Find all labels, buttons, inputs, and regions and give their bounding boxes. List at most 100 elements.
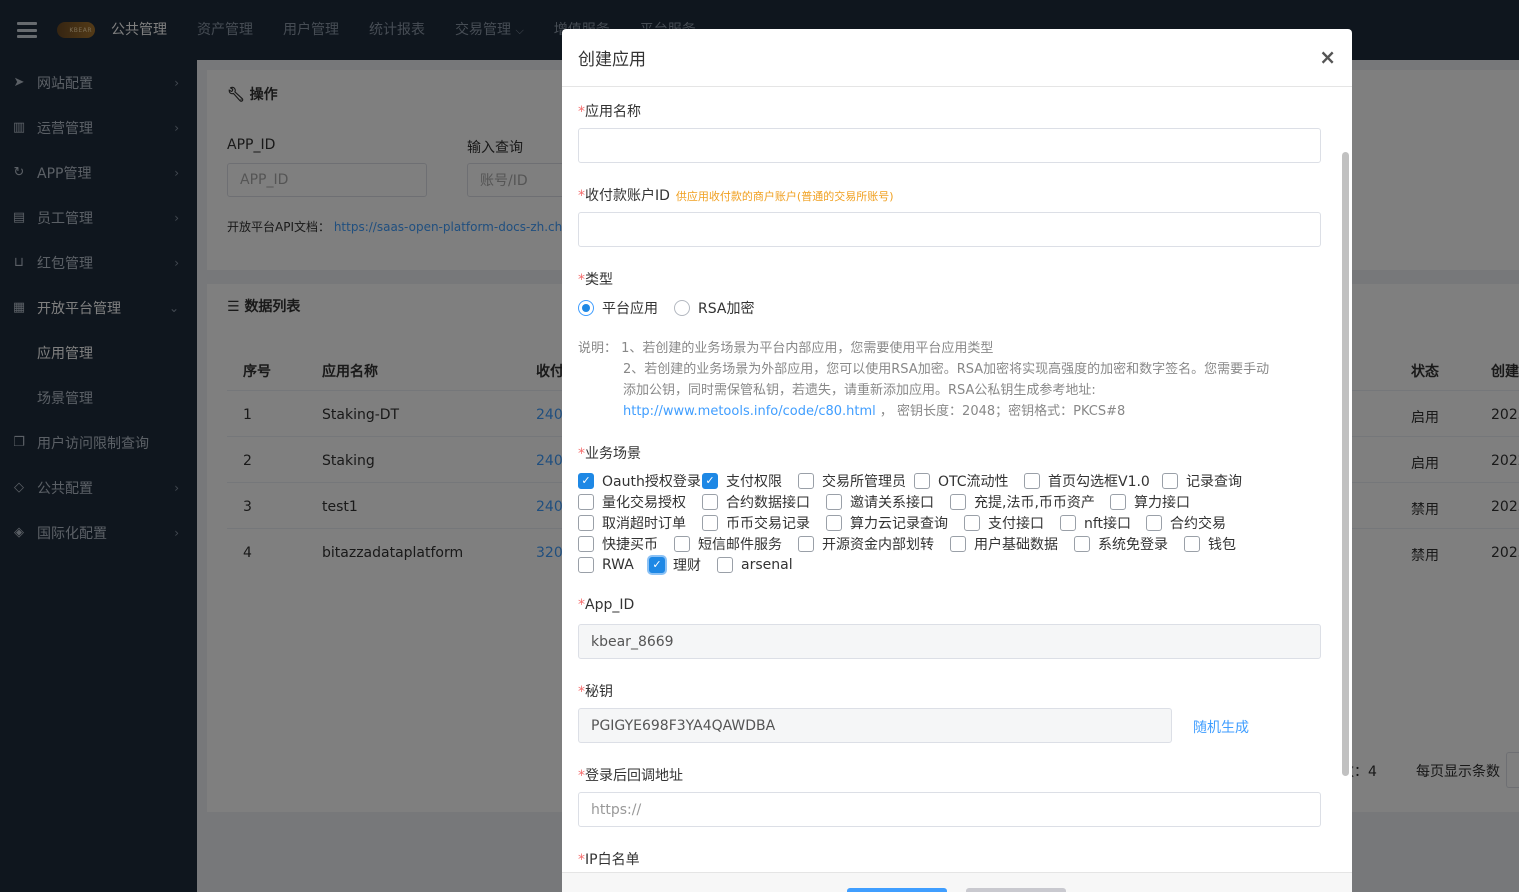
scene-checkbox-nft[interactable]: nft接口 <box>1060 513 1146 533</box>
checkbox-unchecked-icon <box>798 535 814 552</box>
scene-checkbox-label: 快捷买币 <box>602 536 658 553</box>
type-label: *类型 <box>578 269 613 289</box>
checkbox-unchecked-icon <box>964 514 980 531</box>
app-name-label: *应用名称 <box>578 101 641 121</box>
scene-checkbox-label: 算力云记录查询 <box>850 515 948 532</box>
scene-checkbox-label: 支付权限 <box>726 473 782 490</box>
account-id-input[interactable] <box>578 212 1321 247</box>
type-radio-platform[interactable]: 平台应用 <box>578 298 658 318</box>
scene-checkbox-oauth[interactable]: ✓ Oauth授权登录 <box>578 471 702 491</box>
appid-label: *App_ID <box>578 597 634 613</box>
checkbox-unchecked-icon <box>578 556 594 573</box>
required-mark: * <box>578 446 585 462</box>
checkbox-unchecked-icon <box>1184 535 1200 552</box>
description-line-4: http://www.metools.info/code/c80.html ， … <box>578 401 1269 422</box>
scene-checkbox-user-data[interactable]: 用户基础数据 <box>950 534 1074 554</box>
checkbox-checked-icon: ✓ <box>702 472 718 489</box>
checkbox-unchecked-icon <box>1110 493 1126 510</box>
type-radio-rsa[interactable]: RSA加密 <box>674 298 754 318</box>
checkbox-unchecked-icon <box>1074 535 1090 552</box>
scene-checkbox-label: nft接口 <box>1084 515 1132 532</box>
appid-input[interactable]: kbear_8669 <box>578 624 1321 659</box>
scene-checkbox-assets[interactable]: 充提,法币,币币资产 <box>950 492 1110 512</box>
scene-checkbox-homepage[interactable]: 首页勾选框V1.0 <box>1024 471 1162 491</box>
callback-input[interactable]: https:// <box>578 792 1321 827</box>
scene-checkbox-label: 钱包 <box>1208 536 1236 553</box>
checkbox-unchecked-icon <box>826 493 842 510</box>
scene-checkbox-internal-transfer[interactable]: 开源资金内部划转 <box>798 534 950 554</box>
description-tail: ， 密钥长度：2048；密钥格式：PKCS#8 <box>879 404 1126 419</box>
secret-label-text: 秘钥 <box>585 684 613 700</box>
scene-checkbox-rwa[interactable]: RWA <box>578 556 649 573</box>
scene-checkbox-contract-data[interactable]: 合约数据接口 <box>702 492 826 512</box>
appid-label-text: App_ID <box>585 597 635 613</box>
scene-checkbox-exchange-admin[interactable]: 交易所管理员 <box>798 471 914 491</box>
ip-whitelist-label: *IP白名单 <box>578 849 640 869</box>
scene-checkbox-label: 交易所管理员 <box>822 473 906 490</box>
description-line-2: 2、若创建的业务场景为外部应用，您可以使用RSA加密。RSA加密将实现高强度的加… <box>623 362 1270 377</box>
random-generate-button[interactable]: 随机生成 <box>1193 717 1249 737</box>
scene-checkbox-label: Oauth授权登录 <box>602 473 701 490</box>
ip-whitelist-label-text: IP白名单 <box>585 852 640 868</box>
scene-checkbox-label: 用户基础数据 <box>974 536 1058 553</box>
create-app-dialog: 创建应用 × *应用名称 *收付款账户ID 供应用收付款的商户账户(普通的交易所账… <box>562 29 1352 892</box>
required-mark: * <box>578 768 585 784</box>
scene-checkbox-label: OTC流动性 <box>938 473 1009 490</box>
checkbox-unchecked-icon <box>1162 472 1178 489</box>
checkbox-unchecked-icon <box>1060 514 1076 531</box>
dialog-footer <box>562 872 1352 892</box>
scene-checkbox-arsenal[interactable]: arsenal <box>717 556 793 573</box>
scene-label-text: 业务场景 <box>585 446 641 462</box>
scene-label: *业务场景 <box>578 443 641 463</box>
required-mark: * <box>578 597 585 613</box>
scene-checkbox-label: arsenal <box>741 556 793 573</box>
scene-checkbox-label: 合约数据接口 <box>726 494 810 511</box>
scene-checkbox-cloud-records[interactable]: 算力云记录查询 <box>826 513 964 533</box>
scene-checkbox-sms-email[interactable]: 短信邮件服务 <box>674 534 798 554</box>
scene-row-5: RWA ✓ 理财 arsenal <box>578 554 793 575</box>
scene-checkbox-label: 短信邮件服务 <box>698 536 782 553</box>
description-line-1: 说明： 1、若创建的业务场景为平台内部应用，您需要使用平台应用类型 <box>578 338 1269 359</box>
scene-checkbox-label: 币币交易记录 <box>726 515 810 532</box>
cancel-button[interactable] <box>966 888 1066 892</box>
type-description: 说明： 1、若创建的业务场景为平台内部应用，您需要使用平台应用类型 2、若创建的… <box>578 338 1269 422</box>
scene-checkbox-records[interactable]: 记录查询 <box>1162 471 1242 491</box>
type-radio-rsa-label: RSA加密 <box>698 301 755 317</box>
scene-checkbox-pay-api[interactable]: 支付接口 <box>964 513 1060 533</box>
scene-checkbox-sso[interactable]: 系统免登录 <box>1074 534 1184 554</box>
close-icon[interactable]: × <box>1319 47 1336 67</box>
scene-checkbox-label: 算力接口 <box>1134 494 1190 511</box>
scene-checkbox-label: 邀请关系接口 <box>850 494 934 511</box>
scene-checkbox-contract-trade[interactable]: 合约交易 <box>1146 513 1226 533</box>
dialog-scrollbar[interactable] <box>1342 152 1349 776</box>
account-id-hint: 供应用收付款的商户账户(普通的交易所账号) <box>675 190 894 203</box>
scene-checkbox-invite[interactable]: 邀请关系接口 <box>826 492 950 512</box>
dialog-body: *应用名称 *收付款账户ID 供应用收付款的商户账户(普通的交易所账号) *类型 … <box>562 88 1352 872</box>
checkbox-unchecked-icon <box>1146 514 1162 531</box>
description-line-3: 添加公钥，同时需保管私钥，若遗失，请重新添加应用。RSA公私钥生成参考地址: <box>623 383 1096 398</box>
scene-row-3: 取消超时订单 币币交易记录 算力云记录查询 支付接口 nft接口 合约交易 <box>578 512 1226 533</box>
scene-checkbox-wealth[interactable]: ✓ 理财 <box>649 555 717 575</box>
scene-checkbox-hashrate[interactable]: 算力接口 <box>1110 492 1190 512</box>
scene-checkbox-quant[interactable]: 量化交易授权 <box>578 492 702 512</box>
checkbox-unchecked-icon <box>674 535 690 552</box>
scene-checkbox-wallet[interactable]: 钱包 <box>1184 534 1236 554</box>
app-name-label-text: 应用名称 <box>585 104 641 120</box>
checkbox-unchecked-icon <box>702 514 718 531</box>
confirm-button[interactable] <box>847 888 947 892</box>
app-name-input[interactable] <box>578 128 1321 163</box>
rsa-tool-link[interactable]: http://www.metools.info/code/c80.html <box>623 404 876 419</box>
scene-row-4: 快捷买币 短信邮件服务 开源资金内部划转 用户基础数据 系统免登录 钱包 <box>578 533 1236 554</box>
scene-checkbox-spot-records[interactable]: 币币交易记录 <box>702 513 826 533</box>
checkbox-unchecked-icon <box>702 493 718 510</box>
checkbox-checked-icon: ✓ <box>578 472 594 489</box>
scene-checkbox-quick-buy[interactable]: 快捷买币 <box>578 534 674 554</box>
scene-checkbox-payment[interactable]: ✓ 支付权限 <box>702 471 798 491</box>
scene-checkbox-label: 取消超时订单 <box>602 515 686 532</box>
required-mark: * <box>578 104 585 120</box>
scene-checkbox-label: 开源资金内部划转 <box>822 536 934 553</box>
secret-input[interactable]: PGIGYE698F3YA4QAWDBA <box>578 708 1172 743</box>
scene-checkbox-otc[interactable]: OTC流动性 <box>914 471 1024 491</box>
checkbox-unchecked-icon <box>578 514 594 531</box>
scene-checkbox-cancel-orders[interactable]: 取消超时订单 <box>578 513 702 533</box>
